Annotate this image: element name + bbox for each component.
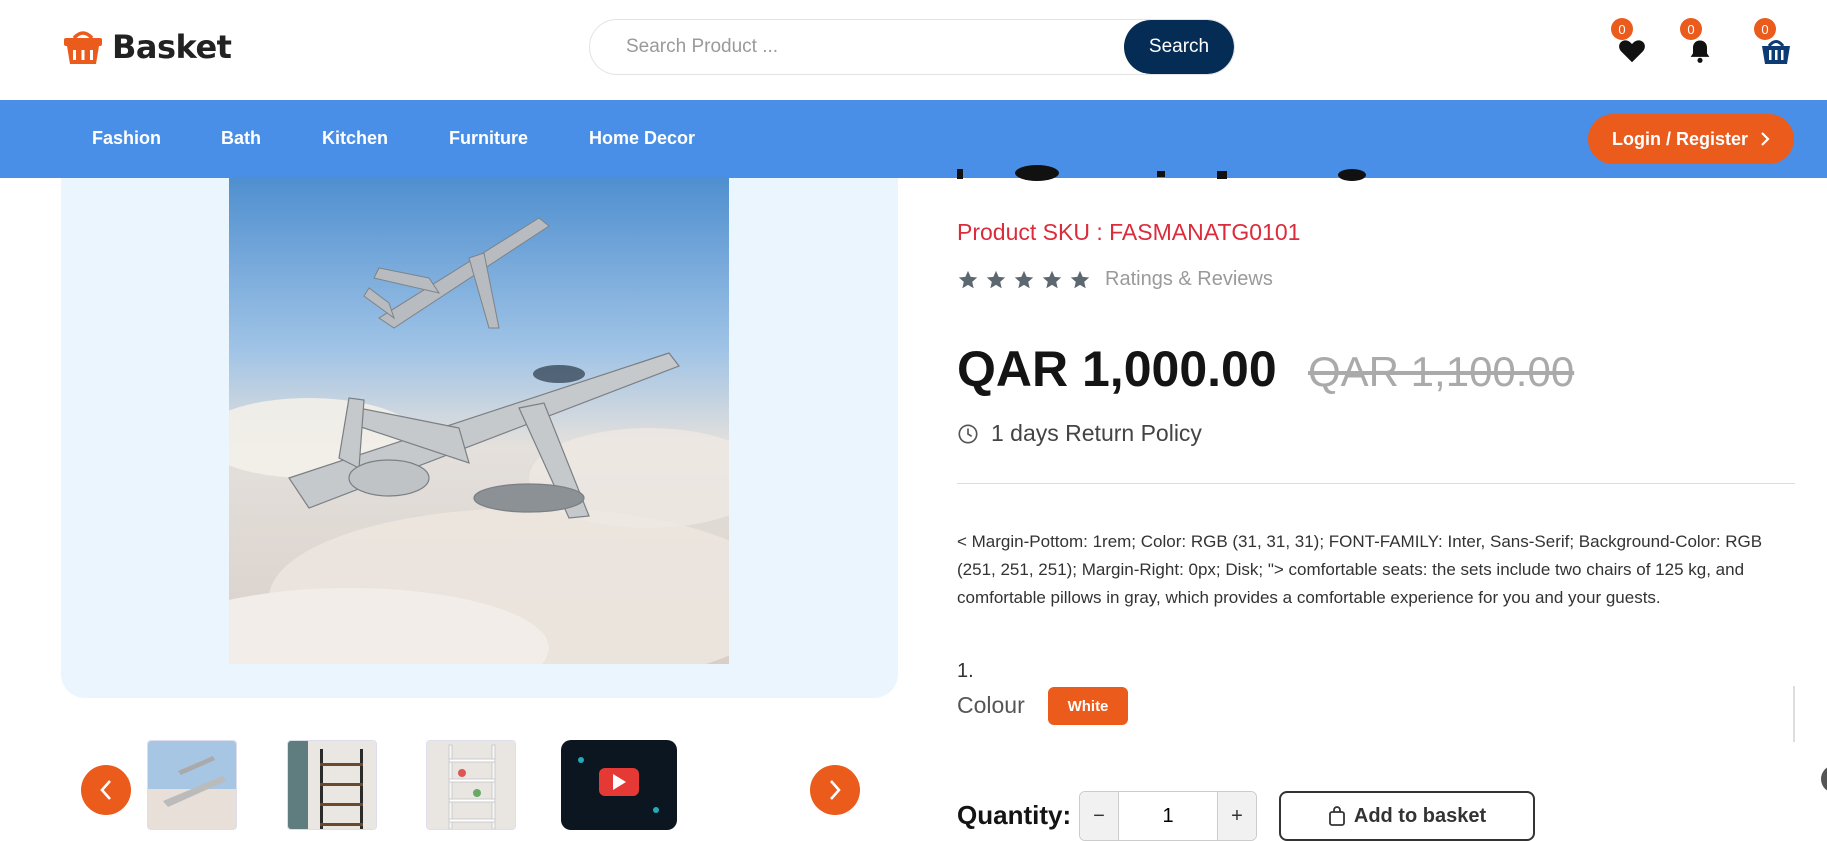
search-input[interactable]: [590, 20, 1124, 74]
thumbnail-video-image: [561, 740, 677, 830]
thumbnail-shelf-white[interactable]: [426, 740, 516, 830]
basket-icon: [1762, 40, 1790, 64]
product-description: < Margin-Pottom: 1rem; Color: RGB (31, 3…: [957, 532, 1763, 607]
nav-item-bath[interactable]: Bath: [221, 128, 261, 149]
clipped-title-glyphs: [957, 165, 1366, 181]
search-button[interactable]: Search: [1124, 20, 1234, 74]
product-title-clipped: [957, 155, 1377, 183]
star-icon: [1042, 270, 1062, 288]
ratings-reviews-link[interactable]: Ratings & Reviews: [1105, 268, 1273, 291]
quantity-decrease-button[interactable]: −: [1080, 792, 1118, 840]
fighter-jets-image: [229, 178, 729, 664]
current-price: QAR 1,000.00: [957, 341, 1277, 397]
login-register-label: Login / Register: [1611, 128, 1748, 149]
thumbnail-video[interactable]: [561, 740, 677, 830]
nav-item-fashion[interactable]: Fashion: [92, 128, 161, 149]
chevron-left-icon: [100, 780, 111, 800]
colour-label: Colour: [957, 692, 1025, 718]
clock-icon: [958, 423, 978, 444]
star-icon: [958, 270, 978, 288]
search-bar: Search: [589, 19, 1235, 75]
cart-count-badge: 0: [1754, 18, 1776, 40]
add-to-basket-button[interactable]: Add to basket: [1279, 791, 1535, 841]
nav-item-home-decor[interactable]: Home Decor: [589, 128, 695, 149]
thumbnail-shelf-white-image: [427, 741, 515, 829]
gallery-prev-button[interactable]: [81, 765, 131, 815]
quantity-label: Quantity:: [957, 800, 1072, 830]
chevron-right-icon: [830, 780, 841, 800]
original-price: QAR 1,100.00: [1308, 348, 1575, 395]
top-bar: Basket Search 0 0 0: [0, 0, 1827, 100]
logo-text: Basket: [112, 28, 232, 66]
thumbnail-shelf-dark[interactable]: [287, 740, 377, 830]
return-policy-text: 1 days Return Policy: [991, 420, 1202, 446]
logo[interactable]: Basket: [62, 28, 232, 66]
colour-option-white[interactable]: White: [1048, 687, 1128, 725]
notifications-count-badge: 0: [1680, 18, 1702, 40]
nav-item-furniture[interactable]: Furniture: [449, 128, 528, 149]
product-main-image[interactable]: [229, 178, 729, 664]
rating-stars[interactable]: Ratings & Reviews: [957, 268, 1273, 291]
gallery-next-button[interactable]: [810, 765, 860, 815]
category-nav: Fashion Bath Kitchen Furniture Home Deco…: [0, 100, 1827, 178]
basket-logo-icon: [64, 31, 102, 64]
return-policy: 1 days Return Policy: [957, 420, 1202, 447]
wishlist-count-badge: 0: [1611, 18, 1633, 40]
quantity-input[interactable]: [1118, 792, 1218, 840]
list-number: 1.: [957, 660, 974, 682]
quantity-increase-button[interactable]: +: [1218, 792, 1256, 840]
bell-icon: [1690, 40, 1710, 63]
star-icon: [1070, 270, 1090, 288]
divider: [957, 483, 1795, 484]
shopping-bag-icon: [1328, 806, 1345, 826]
cart-button[interactable]: 0: [1754, 18, 1796, 68]
notifications-button[interactable]: 0: [1680, 18, 1722, 68]
chevron-right-icon: [1761, 132, 1770, 146]
heart-icon: [1619, 40, 1645, 63]
thumbnail-jets[interactable]: [147, 740, 237, 830]
quantity-stepper: − +: [1079, 791, 1257, 841]
thumbnail-shelf-dark-image: [288, 741, 376, 829]
product-sku: Product SKU : FASMANATG0101: [957, 219, 1301, 245]
thumbnail-jets-image: [148, 741, 236, 829]
nav-item-kitchen[interactable]: Kitchen: [322, 128, 388, 149]
scroll-indicator: [1793, 686, 1795, 742]
floating-chat-button[interactable]: [1821, 765, 1827, 793]
add-to-basket-label: Add to basket: [1353, 804, 1487, 827]
wishlist-button[interactable]: 0: [1611, 18, 1653, 68]
star-icon: [1014, 270, 1034, 288]
star-icon: [986, 270, 1006, 288]
login-register-button[interactable]: Login / Register: [1587, 114, 1794, 164]
